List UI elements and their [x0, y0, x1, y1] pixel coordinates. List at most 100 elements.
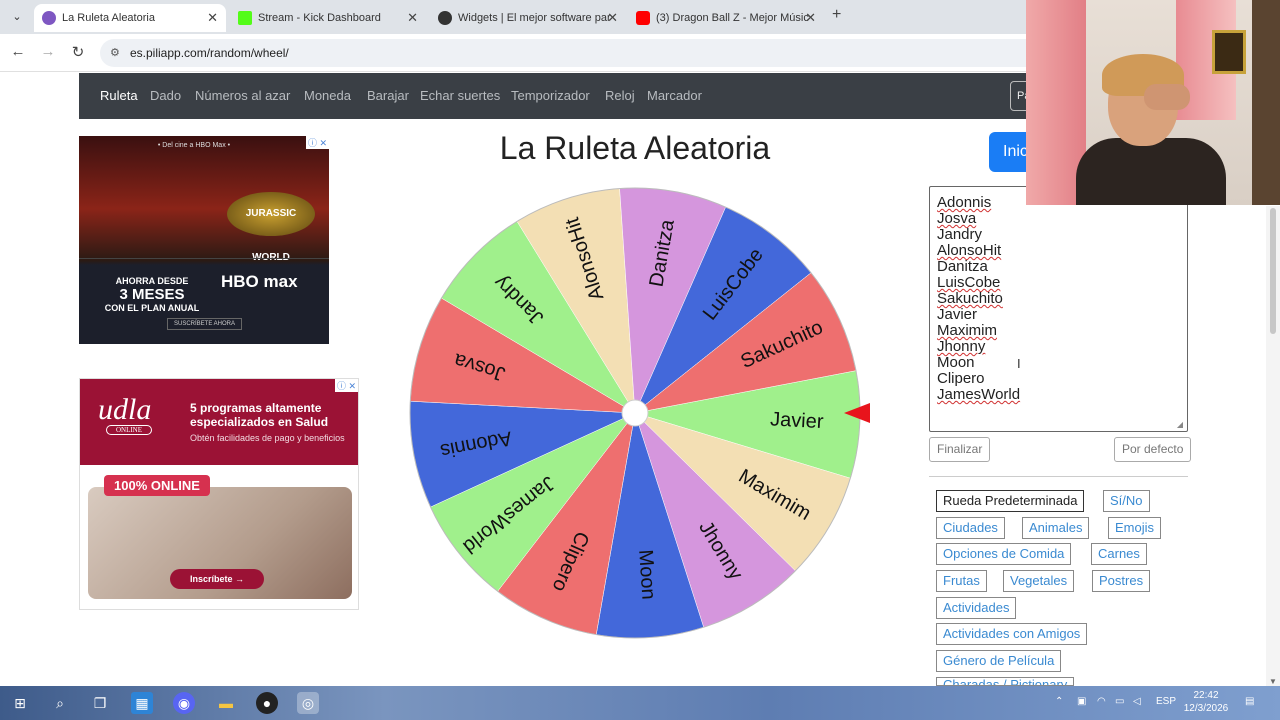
close-icon[interactable]: ✕: [805, 4, 816, 32]
nav-echar-suertes[interactable]: Echar suertes: [420, 88, 500, 103]
tab-youtube[interactable]: (3) Dragon Ball Z - Mejor Músic ✕: [628, 4, 824, 32]
scroll-down-icon[interactable]: ▼: [1269, 677, 1277, 686]
name-line: Clipero: [937, 370, 985, 387]
ad-movie-logo: JURASSIC WORLD: [227, 192, 315, 263]
tab-favicon: [636, 11, 650, 25]
preset-desserts[interactable]: Postres: [1092, 570, 1151, 592]
finish-button[interactable]: Finalizar: [929, 437, 991, 462]
close-icon[interactable]: ✕: [607, 4, 618, 32]
webcam-overlay: [1026, 0, 1280, 205]
forward-icon[interactable]: →: [38, 43, 58, 60]
preset-activities[interactable]: Actividades: [936, 597, 1017, 619]
preset-default-wheel[interactable]: Rueda Predeterminada: [936, 490, 1085, 512]
name-line: Jhonny: [937, 338, 986, 355]
windows-start-icon[interactable]: ⊞: [9, 692, 31, 714]
site-navbar: Ruleta Dado Números al azar Moneda Baraj…: [79, 73, 1040, 119]
default-button[interactable]: Por defecto: [1114, 437, 1192, 462]
tab-favicon: [42, 11, 56, 25]
clock[interactable]: 22:42 12/3/2026: [1180, 689, 1232, 715]
battery-icon[interactable]: ▭: [1115, 696, 1124, 707]
tab-title: Widgets | El mejor software par: [458, 12, 611, 24]
name-line: Maximim: [937, 322, 997, 339]
text-cursor-icon: I: [1017, 356, 1021, 371]
preset-activities-friends[interactable]: Actividades con Amigos: [936, 623, 1088, 645]
ad-logo-text: udla: [98, 393, 152, 426]
obs-icon[interactable]: ●: [256, 692, 278, 714]
preset-animals[interactable]: Animales: [1022, 517, 1090, 539]
back-icon[interactable]: ←: [8, 43, 28, 60]
preset-emojis[interactable]: Emojis: [1108, 517, 1162, 539]
names-textarea[interactable]: Adonnis Josva Jandry AlonsoHit Danitza LuisCo…: [929, 186, 1188, 432]
reload-icon[interactable]: ↻: [68, 43, 88, 61]
new-tab-button[interactable]: +: [832, 6, 841, 24]
file-explorer-icon[interactable]: ▬: [215, 692, 237, 714]
name-line: Javier: [937, 306, 978, 323]
ad-offer-line2: 3 MESES: [119, 286, 185, 303]
ad-offer-line3: CON EL PLAN ANUAL: [104, 303, 200, 313]
tab-favicon: [438, 11, 452, 25]
ad-offer: AHORRA DESDE 3 MESES CON EL PLAN ANUAL: [97, 276, 207, 313]
nav-barajar[interactable]: Barajar: [367, 88, 409, 103]
preset-charades[interactable]: Charadas / Pictionary: [936, 677, 1075, 686]
wheel-hub[interactable]: [621, 399, 649, 427]
nav-temporizador[interactable]: Temporizador: [511, 88, 590, 103]
url-field[interactable]: ⚙ es.piliapp.com/random/wheel/: [100, 39, 1100, 67]
name-line: Josva: [937, 210, 977, 227]
spin-wheel[interactable]: JavierMaximimJhonnyMoonCliperoJamesWorld…: [400, 178, 870, 648]
resize-handle-icon[interactable]: ◢: [1177, 420, 1183, 429]
ad-udla[interactable]: udla ONLINE 5 programas altamente especi…: [79, 378, 359, 610]
scrollbar-thumb[interactable]: [1270, 208, 1276, 334]
search-icon[interactable]: ⌕: [49, 692, 71, 714]
nav-moneda[interactable]: Moneda: [304, 88, 351, 103]
preset-fruits[interactable]: Frutas: [936, 570, 987, 592]
taskbar: ⊞ ⌕ ❐ ▦ ◉ ▬ ● ◎ ⌃ ▣ ◠ ▭ ◁ ESP 22:42 12/3…: [0, 686, 1280, 720]
name-line: JamesWorld: [937, 386, 1021, 403]
tab-search-button[interactable]: ⌄: [6, 7, 28, 27]
nav-marcador[interactable]: Marcador: [647, 88, 702, 103]
close-icon[interactable]: ✕: [407, 4, 418, 32]
tab-widgets[interactable]: Widgets | El mejor software par ✕: [430, 4, 626, 32]
site-info-icon[interactable]: ⚙: [110, 39, 120, 67]
preset-food[interactable]: Opciones de Comida: [936, 543, 1072, 565]
nav-reloj[interactable]: Reloj: [605, 88, 635, 103]
ad-logo: udla ONLINE: [98, 393, 152, 435]
ad-header: udla ONLINE 5 programas altamente especi…: [80, 379, 358, 465]
ad-badge: 100% ONLINE: [104, 475, 210, 496]
clock-time: 22:42: [1193, 690, 1219, 701]
store-icon[interactable]: ▦: [131, 692, 153, 714]
preset-vegetables[interactable]: Vegetales: [1003, 570, 1075, 592]
ad-cta[interactable]: SUSCRÍBETE AHORA: [167, 318, 243, 330]
ad-choices-icon[interactable]: ⓘ ✕: [305, 136, 329, 149]
ad-choices-icon[interactable]: ⓘ ✕: [334, 379, 358, 392]
chrome-icon[interactable]: ◎: [297, 692, 319, 714]
ad-hbo-max[interactable]: • Del cine a HBO Max • JURASSIC WORLD AH…: [79, 136, 329, 344]
tab-title: Stream - Kick Dashboard: [258, 12, 381, 24]
tray-app-icon[interactable]: ▣: [1077, 696, 1086, 707]
notifications-icon[interactable]: ▤: [1245, 696, 1254, 707]
tray-expand-icon[interactable]: ⌃: [1055, 696, 1063, 707]
tab-kick[interactable]: Stream - Kick Dashboard ✕: [230, 4, 426, 32]
tab-favicon: [238, 11, 252, 25]
language-indicator[interactable]: ESP: [1156, 696, 1176, 707]
close-icon[interactable]: ✕: [207, 4, 218, 32]
discord-icon[interactable]: ◉: [173, 692, 195, 714]
cam-wall: [1252, 0, 1280, 205]
ad-logo-sub: ONLINE: [106, 425, 152, 435]
preset-cities[interactable]: Ciudades: [936, 517, 1005, 539]
wifi-icon[interactable]: ◠: [1097, 696, 1106, 707]
nav-numeros[interactable]: Números al azar: [195, 88, 290, 103]
divider: [929, 476, 1188, 477]
volume-icon[interactable]: ◁: [1133, 696, 1141, 707]
tab-ruleta[interactable]: La Ruleta Aleatoria ✕: [34, 4, 226, 32]
preset-movie-genre[interactable]: Género de Película: [936, 650, 1062, 672]
ad-divider: [79, 258, 329, 259]
nav-dado[interactable]: Dado: [150, 88, 181, 103]
ad-cta-button[interactable]: Inscríbete →: [170, 569, 265, 589]
task-view-icon[interactable]: ❐: [89, 692, 111, 714]
ad-top-text: • Del cine a HBO Max •: [157, 142, 231, 149]
page-scrollbar[interactable]: ▼: [1266, 206, 1280, 686]
name-line: Jandry: [937, 226, 983, 243]
preset-meats[interactable]: Carnes: [1091, 543, 1147, 565]
preset-yes-no[interactable]: Sí/No: [1103, 490, 1150, 512]
nav-ruleta[interactable]: Ruleta: [100, 88, 138, 103]
